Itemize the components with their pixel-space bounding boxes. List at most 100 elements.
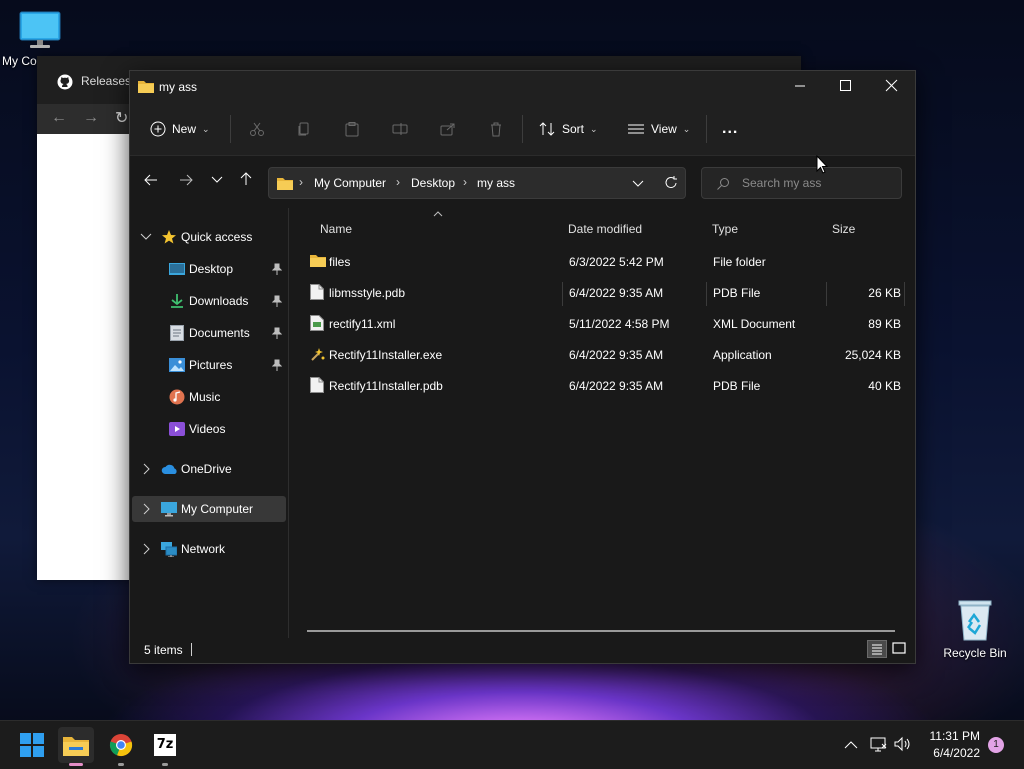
download-arrow-icon: [169, 293, 185, 309]
column-header-type[interactable]: Type: [712, 222, 738, 244]
scissors-icon: [249, 121, 265, 137]
view-button[interactable]: View ⌄: [627, 115, 690, 143]
chevron-down-icon: [140, 232, 152, 242]
back-arrow-icon[interactable]: ←: [51, 109, 67, 127]
sidebar-item-documents[interactable]: Documents: [132, 320, 286, 346]
sidebar-item-label: Desktop: [189, 262, 234, 276]
clock-time[interactable]: 11:31 PM: [928, 729, 980, 743]
address-dropdown-chevron-icon[interactable]: [632, 179, 644, 189]
sidebar-item-desktop[interactable]: Desktop: [132, 256, 286, 282]
forward-arrow-icon[interactable]: →: [83, 109, 99, 127]
pin-icon[interactable]: [272, 359, 282, 371]
sidebar-item-network[interactable]: Network: [132, 536, 286, 562]
tiles-view-icon[interactable]: [890, 640, 908, 658]
pin-icon[interactable]: [272, 295, 282, 307]
new-label: New: [172, 122, 197, 136]
file-date: 6/4/2022 9:35 AM: [569, 379, 664, 393]
monitor-icon: [161, 501, 177, 517]
sidebar-item-label: Music: [189, 390, 221, 404]
desktop-icon-label: Recycle Bin: [943, 646, 1007, 660]
taskbar-file-explorer[interactable]: [58, 727, 94, 763]
pin-icon[interactable]: [272, 327, 282, 339]
windows-logo-icon: [20, 733, 44, 757]
start-button[interactable]: [14, 727, 50, 763]
refresh-icon[interactable]: [664, 175, 678, 191]
item-count: 5 items: [144, 643, 183, 657]
file-size: 26 KB: [868, 286, 901, 300]
sidebar-item-music[interactable]: Music: [132, 384, 286, 410]
folder-icon: [277, 176, 293, 190]
minimize-button[interactable]: [780, 71, 820, 101]
file-row[interactable]: rectify11.xml 5/11/2022 4:58 PM XML Docu…: [303, 310, 905, 338]
active-app-indicator: [69, 763, 83, 766]
reload-icon[interactable]: ↻: [115, 108, 128, 128]
taskbar-7zip[interactable]: 7z: [147, 727, 183, 763]
file-row[interactable]: Rectify11Installer.pdb 6/4/2022 9:35 AM …: [303, 372, 905, 400]
up-arrow-icon[interactable]: [239, 172, 253, 186]
maximize-button[interactable]: [825, 71, 865, 101]
back-arrow-icon[interactable]: [144, 173, 158, 187]
recent-locations-chevron-icon[interactable]: [211, 175, 223, 185]
details-view-icon[interactable]: [867, 640, 887, 658]
search-box[interactable]: Search my ass: [701, 167, 902, 199]
taskbar: 7z 11:31 PM 6/4/2022 1: [0, 720, 1024, 769]
file-name: Rectify11Installer.exe: [329, 348, 443, 362]
sidebar-item-downloads[interactable]: Downloads: [132, 288, 286, 314]
breadcrumb-desktop[interactable]: Desktop: [411, 176, 455, 190]
file-type: XML Document: [713, 317, 796, 331]
file-name: files: [329, 255, 351, 269]
file-type: PDB File: [713, 379, 761, 393]
sidebar-item-label: Pictures: [189, 358, 233, 372]
forward-arrow-icon[interactable]: [179, 173, 193, 187]
sidebar-item-my-computer[interactable]: My Computer: [132, 496, 286, 522]
column-header-date-modified[interactable]: Date modified: [568, 222, 642, 244]
breadcrumb-my-computer[interactable]: My Computer: [314, 176, 386, 190]
paste-button[interactable]: [344, 115, 360, 143]
cut-button[interactable]: [249, 115, 265, 143]
taskbar-chrome[interactable]: [103, 727, 139, 763]
file-date: 6/4/2022 9:35 AM: [569, 286, 664, 300]
browser-tab-title[interactable]: Releases: [81, 74, 131, 88]
plus-circle-icon: [150, 121, 166, 137]
file-size: 40 KB: [868, 379, 901, 393]
sidebar-item-label: Videos: [189, 422, 226, 436]
sidebar-item-quick-access[interactable]: Quick access: [132, 224, 286, 250]
navigation-pane: Quick access Desktop Downloads Documents…: [130, 208, 288, 638]
sidebar-item-videos[interactable]: Videos: [132, 416, 286, 442]
sidebar-item-onedrive[interactable]: OneDrive: [132, 456, 286, 482]
sidebar-item-pictures[interactable]: Pictures: [132, 352, 286, 378]
new-button[interactable]: New ⌄: [150, 115, 210, 143]
breadcrumb-my-ass[interactable]: my ass: [477, 176, 515, 190]
sort-button[interactable]: Sort ⌄: [538, 115, 598, 143]
rename-button[interactable]: [392, 115, 408, 143]
copy-button[interactable]: [296, 115, 312, 143]
column-header-size[interactable]: Size: [832, 222, 855, 244]
view-label: View: [651, 122, 677, 136]
file-row[interactable]: files 6/3/2022 5:42 PM File folder: [303, 248, 905, 276]
recycle-bin-icon: [955, 598, 995, 642]
clock-date[interactable]: 6/4/2022: [920, 746, 980, 760]
network-status-icon[interactable]: [870, 736, 888, 752]
close-button[interactable]: [871, 71, 911, 101]
more-options-button[interactable]: ...: [722, 115, 738, 143]
file-row[interactable]: libmsstyle.pdb 6/4/2022 9:35 AM PDB File…: [303, 279, 905, 307]
notification-badge[interactable]: 1: [988, 737, 1004, 753]
file-row[interactable]: Rectify11Installer.exe 6/4/2022 9:35 AM …: [303, 341, 905, 369]
file-name: rectify11.xml: [329, 317, 396, 331]
sort-arrows-icon: [538, 121, 556, 137]
document-icon: [170, 325, 184, 341]
share-button[interactable]: [440, 115, 456, 143]
horizontal-scrollbar[interactable]: [307, 630, 895, 632]
file-explorer-window[interactable]: my ass New ⌄ Sort ⌄ View ⌄ ... › My Comp…: [129, 70, 916, 664]
volume-icon[interactable]: [894, 736, 912, 752]
delete-button[interactable]: [488, 115, 504, 143]
desktop-icon-recycle-bin[interactable]: Recycle Bin: [940, 598, 1010, 660]
file-date: 5/11/2022 4:58 PM: [569, 317, 670, 331]
view-list-icon: [627, 121, 645, 137]
column-header-name[interactable]: Name: [320, 222, 352, 244]
address-bar[interactable]: › My Computer › Desktop › my ass: [268, 167, 686, 199]
command-bar: New ⌄ Sort ⌄ View ⌄ ...: [130, 103, 915, 156]
pin-icon[interactable]: [272, 263, 282, 275]
file-explorer-icon: [63, 734, 89, 756]
show-hidden-icons-chevron-icon[interactable]: [844, 740, 858, 750]
